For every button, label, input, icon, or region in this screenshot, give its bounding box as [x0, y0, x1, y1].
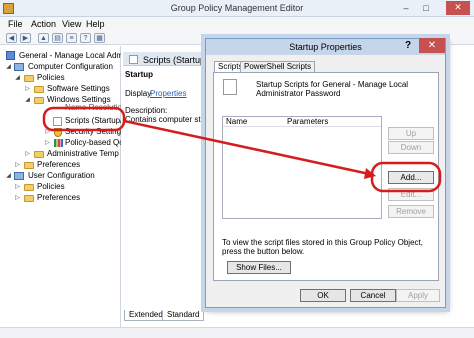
expand-icon[interactable]: ▷	[14, 195, 21, 202]
column-parameters[interactable]: Parameters	[287, 117, 328, 127]
gpo-icon	[6, 51, 15, 60]
view-icon[interactable]: ▦	[94, 33, 105, 43]
add-button[interactable]: Add...	[388, 171, 434, 184]
menu-help[interactable]: Help	[86, 19, 105, 29]
folder-icon	[34, 86, 44, 93]
up-button[interactable]: Up	[388, 127, 434, 140]
remove-button[interactable]: Remove	[388, 205, 434, 218]
tree-item-policy-based-qos[interactable]: Policy-based QoS	[65, 137, 121, 148]
expand-icon[interactable]: ▷	[24, 86, 31, 93]
computer-icon	[14, 63, 24, 71]
tree-item-user-configuration[interactable]: User Configuration	[28, 170, 95, 181]
security-shield-icon	[54, 128, 62, 137]
expand-icon[interactable]: ▷	[44, 129, 51, 136]
folder-icon	[34, 151, 44, 158]
back-icon[interactable]: ◀	[6, 33, 17, 43]
scripts-list[interactable]	[222, 116, 382, 219]
script-icon	[53, 117, 62, 126]
tree-item-computer-configuration[interactable]: Computer Configuration	[28, 61, 113, 72]
column-name[interactable]: Name	[226, 117, 247, 127]
minimize-icon[interactable]: –	[400, 2, 412, 14]
tree-item-policies[interactable]: Policies	[37, 72, 65, 83]
user-icon	[14, 172, 24, 180]
description-label: Description:	[125, 106, 168, 115]
display-label: Display	[125, 89, 152, 98]
apply-button[interactable]: Apply	[396, 289, 440, 302]
details-pane-title: Scripts (Startup/	[143, 55, 208, 65]
collapse-icon[interactable]: ◢	[5, 173, 12, 180]
up-folder-icon[interactable]: ▲	[38, 33, 49, 43]
description-text: Contains computer startu	[125, 115, 205, 124]
expand-icon[interactable]: ▷	[24, 151, 31, 158]
tab-standard[interactable]: Standard	[162, 310, 205, 321]
script-document-icon	[223, 79, 237, 95]
forward-icon[interactable]: ▶	[20, 33, 31, 43]
menu-view[interactable]: View	[62, 19, 81, 29]
expand-icon[interactable]: ▷	[14, 162, 21, 169]
dialog-close-button[interactable]: ✕	[419, 38, 445, 53]
tree-item-name-resolution[interactable]: Name Resolution	[65, 104, 121, 111]
folder-icon	[24, 195, 34, 202]
collapse-icon[interactable]: ◢	[24, 97, 31, 104]
cancel-button[interactable]: Cancel	[350, 289, 396, 302]
tree-item-preferences[interactable]: Preferences	[37, 159, 80, 170]
folder-icon	[24, 75, 34, 82]
qos-chart-icon	[54, 139, 63, 147]
folder-icon	[24, 162, 34, 169]
scripts-description: Startup Scripts for General - Manage Loc…	[256, 80, 409, 98]
tree-item-user-preferences[interactable]: Preferences	[37, 192, 80, 203]
menu-action[interactable]: Action	[31, 19, 56, 29]
show-files-info: To view the script files stored in this …	[222, 238, 423, 256]
startup-heading: Startup	[125, 70, 153, 79]
tree-item-user-policies[interactable]: Policies	[37, 181, 65, 192]
collapse-icon[interactable]: ◢	[14, 75, 21, 82]
edit-button[interactable]: Edit...	[388, 188, 434, 201]
folder-icon	[34, 97, 44, 104]
show-files-button[interactable]: Show Files...	[227, 261, 291, 274]
help-button[interactable]: ?	[398, 39, 418, 52]
expand-icon[interactable]: ▷	[14, 184, 21, 191]
tree-item-administrative-templates[interactable]: Administrative Temp	[47, 148, 121, 159]
properties-link[interactable]: Properties	[150, 89, 186, 98]
tree-item-security-settings[interactable]: Security Settings	[65, 126, 121, 137]
help-icon[interactable]: ?	[80, 33, 91, 43]
tree-item-scripts[interactable]: Scripts (Startup/S	[65, 115, 121, 126]
folder-icon	[24, 184, 34, 191]
menu-file[interactable]: File	[8, 19, 23, 29]
expand-icon[interactable]: ▷	[44, 140, 51, 147]
tab-powershell-scripts[interactable]: PowerShell Scripts	[240, 61, 316, 72]
maximize-icon[interactable]: □	[420, 2, 432, 14]
script-icon	[129, 55, 138, 64]
tree-item-gpo-root[interactable]: General - Manage Local Admini	[19, 50, 121, 61]
show-hide-tree-icon[interactable]: ▤	[52, 33, 63, 43]
properties-icon[interactable]: ≡	[66, 33, 77, 43]
status-bar	[0, 327, 474, 338]
down-button[interactable]: Down	[388, 141, 434, 154]
close-icon[interactable]: ✕	[446, 1, 470, 15]
collapse-icon[interactable]: ◢	[5, 64, 12, 71]
tree-item-software-settings[interactable]: Software Settings	[47, 83, 110, 94]
ok-button[interactable]: OK	[300, 289, 346, 302]
